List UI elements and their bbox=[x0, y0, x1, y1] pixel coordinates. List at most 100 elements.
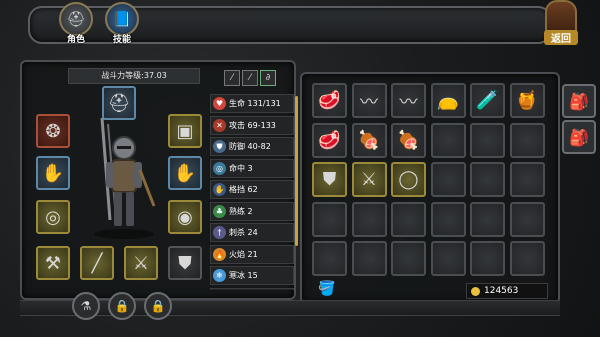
weapon-axe-slot[interactable]: ⚒ bbox=[36, 246, 70, 280]
armored-knight-icon bbox=[94, 117, 156, 239]
inventory-slot-empty[interactable] bbox=[312, 201, 347, 237]
coin-pouch-item[interactable]: 👝 bbox=[430, 83, 466, 118]
filter-tool-icon[interactable]: ⁄ bbox=[242, 70, 258, 86]
gauntlet-icon: ✋ bbox=[173, 162, 197, 184]
tab-character-label: 角色 bbox=[66, 35, 85, 45]
locked-slot-button[interactable]: 🔒 bbox=[144, 292, 172, 320]
kite-shield-item[interactable]: ⛊ bbox=[312, 162, 347, 197]
lock-icon: 🔒 bbox=[114, 299, 130, 313]
inventory-slot-empty[interactable] bbox=[430, 241, 466, 276]
gauntlet-right-slot[interactable]: ✋ bbox=[168, 156, 202, 190]
stat-label: 寒冰 15 bbox=[229, 271, 258, 280]
inventory-slot-empty[interactable] bbox=[509, 122, 545, 158]
block-icon: ✋ bbox=[213, 183, 226, 196]
ribs-icon: 🍖 bbox=[397, 129, 420, 151]
inventory-slot-empty[interactable] bbox=[470, 201, 505, 237]
curved-sword-item[interactable]: ⚔ bbox=[351, 162, 387, 197]
spear-icon: ╱ bbox=[91, 252, 103, 274]
stat-label: 生命 131/131 bbox=[229, 99, 281, 108]
combat-power-level: 战斗力等级:37.03 bbox=[68, 68, 200, 84]
stat-label: 熟练 2 bbox=[229, 206, 253, 216]
gold-coin-icon bbox=[471, 286, 480, 296]
armor-slot[interactable]: ▣ bbox=[168, 114, 202, 148]
honey-jar-icon: 🍯 bbox=[515, 90, 539, 111]
stat-row: ❄ 寒冰 15 bbox=[210, 266, 294, 285]
tab-character[interactable]: ⛑ 角色 bbox=[52, 2, 100, 46]
backpack-icon: 🎒 bbox=[569, 127, 589, 147]
inventory-slot-empty[interactable] bbox=[391, 201, 426, 237]
stat-row: ✕ 攻击 69-133 bbox=[210, 115, 294, 135]
axe-icon: ⚒ bbox=[44, 252, 62, 274]
fire-icon: 🔥 bbox=[213, 247, 226, 261]
potion-icon: ⚗ bbox=[80, 299, 92, 313]
bandage-roll-item[interactable]: 〰 bbox=[351, 83, 387, 118]
shield-slot[interactable]: ⛊ bbox=[168, 246, 202, 280]
inventory-slot-empty[interactable] bbox=[312, 241, 347, 276]
weapon-spear-slot[interactable]: ╱ bbox=[80, 246, 114, 280]
stat-label: 格挡 62 bbox=[229, 185, 258, 194]
bandage-roll-item[interactable]: 〰 bbox=[391, 83, 426, 118]
stat-label: 火焰 21 bbox=[229, 249, 258, 259]
stat-label: 攻击 69-133 bbox=[229, 120, 276, 130]
ribs-item[interactable]: 🍖 bbox=[391, 122, 426, 158]
inventory-slot-empty[interactable] bbox=[470, 241, 505, 276]
inventory-slot-empty[interactable] bbox=[351, 201, 387, 237]
bandage-roll-icon: 〰 bbox=[360, 91, 378, 113]
tab-skills[interactable]: 📘 技能 bbox=[98, 2, 146, 46]
ring-right-slot[interactable]: ◉ bbox=[168, 200, 202, 234]
bag-tab-2[interactable]: 🎒 bbox=[562, 120, 596, 154]
inventory-slot-empty[interactable] bbox=[470, 122, 505, 158]
filter-weapon-icon[interactable]: ⁄ bbox=[224, 70, 240, 86]
inventory-slot-empty[interactable] bbox=[430, 201, 466, 237]
weapon-crossbow-slot[interactable]: ⚔ bbox=[124, 246, 158, 280]
raw-meat-item[interactable]: 🥩 bbox=[312, 83, 347, 118]
inventory-slot-empty[interactable] bbox=[430, 122, 466, 158]
raw-meat-item[interactable]: 🥩 bbox=[312, 122, 347, 158]
backpack-icon: 🎒 bbox=[569, 91, 589, 111]
yellow-potion-item[interactable]: 🧪 bbox=[470, 83, 505, 118]
inventory-slot-empty[interactable] bbox=[351, 241, 387, 276]
stat-row: † 刺杀 24 bbox=[210, 223, 294, 242]
inventory-slot-empty[interactable] bbox=[391, 241, 426, 276]
inventory-slot-empty[interactable] bbox=[509, 201, 545, 237]
ring-left-slot[interactable]: ◎ bbox=[36, 200, 70, 234]
back-button[interactable]: 返回 bbox=[540, 0, 582, 48]
stat-row: ♣ 熟练 2 bbox=[210, 201, 294, 221]
stats-scrollbar[interactable] bbox=[295, 96, 298, 246]
back-button-label: 返回 bbox=[544, 30, 578, 45]
inventory-slot-empty[interactable] bbox=[470, 162, 505, 197]
shield-icon: ⛊ bbox=[178, 252, 192, 274]
shield-icon: ⛊ bbox=[213, 140, 226, 153]
stat-row: ◎ 命中 3 bbox=[210, 158, 294, 178]
trash-bucket-icon[interactable]: 🪣 bbox=[318, 281, 336, 299]
inventory-slot-empty[interactable] bbox=[509, 241, 545, 276]
stat-row: ★抗性 40 bbox=[210, 287, 294, 290]
spellbook-icon: 📘 bbox=[105, 2, 139, 36]
stat-label: 命中 3 bbox=[229, 163, 253, 173]
heart-icon: ♥ bbox=[213, 97, 226, 110]
raw-meat-icon: 🥩 bbox=[318, 129, 341, 151]
snowflake-icon: ❄ bbox=[213, 269, 226, 282]
ring-item[interactable]: ◯ bbox=[391, 162, 426, 197]
locked-slot-button[interactable]: 🔒 bbox=[108, 292, 136, 320]
kite-shield-icon: ⛊ bbox=[322, 169, 337, 190]
stat-row: ♥ 生命 131/131 bbox=[210, 94, 294, 113]
curved-sword-icon: ⚔ bbox=[360, 169, 378, 190]
tab-skills-label: 技能 bbox=[112, 35, 131, 45]
inventory-slot-empty[interactable] bbox=[509, 162, 545, 197]
raw-meat-icon: 🥩 bbox=[318, 90, 341, 111]
potion-button[interactable]: ⚗ bbox=[72, 292, 100, 320]
gauntlet-left-slot[interactable]: ✋ bbox=[36, 156, 70, 190]
bag-tab-1[interactable]: 🎒 bbox=[562, 84, 596, 118]
target-icon: ◎ bbox=[213, 161, 226, 175]
stat-row: ✋ 格挡 62 bbox=[210, 180, 294, 199]
bottom-rail bbox=[20, 300, 560, 316]
gold-counter: 124563 bbox=[466, 283, 548, 299]
ribs-item[interactable]: 🍖 bbox=[351, 122, 387, 158]
filter-consumable-icon[interactable]: ∂ bbox=[260, 70, 276, 86]
stat-label: 防御 40-82 bbox=[229, 142, 271, 151]
amulet-slot[interactable]: ❂ bbox=[36, 114, 70, 148]
honey-jar-item[interactable]: 🍯 bbox=[509, 83, 545, 118]
stats-list[interactable]: ♥ 生命 131/131 ✕ 攻击 69-133 ⛊ 防御 40-82 ◎ 命中 3 ✋ 格挡 6… bbox=[210, 94, 294, 290]
inventory-slot-empty[interactable] bbox=[430, 162, 466, 197]
